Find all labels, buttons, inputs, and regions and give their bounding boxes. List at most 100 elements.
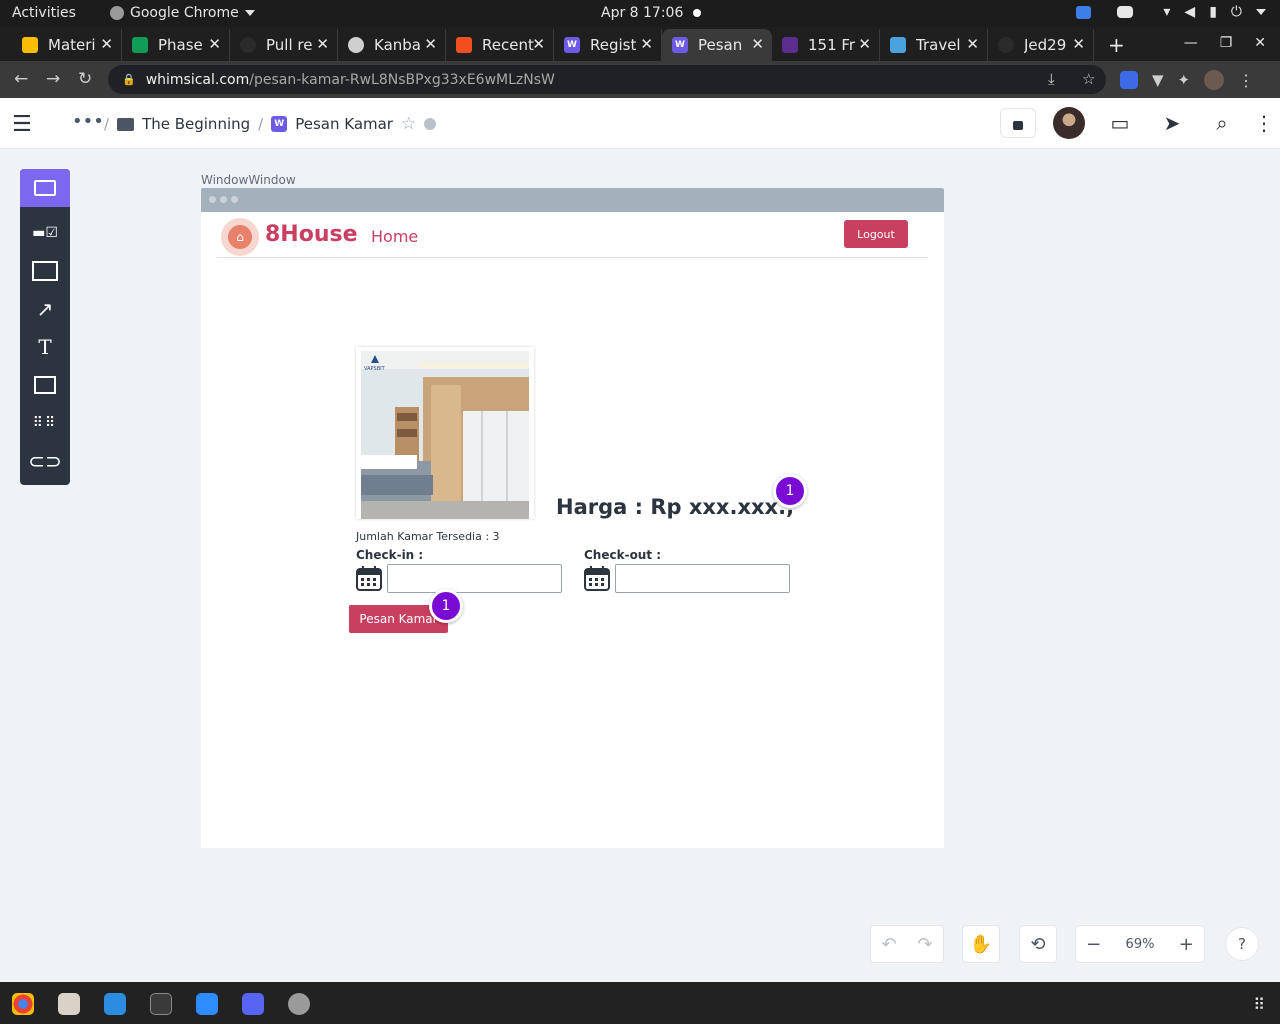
components-tool[interactable]: ▬☑ [20, 214, 70, 252]
sidebar-toggle-icon[interactable]: ☰ [12, 112, 32, 137]
checkin-date-input[interactable] [387, 564, 562, 593]
close-icon[interactable]: ✕ [100, 35, 113, 53]
system-tray[interactable]: ▾ ◀ ▮ ⏻ [1076, 4, 1266, 20]
maximize-icon[interactable]: ❐ [1220, 35, 1233, 51]
grid-tool[interactable]: ⠿⠿ [20, 404, 70, 442]
activities-button[interactable]: Activities [12, 5, 76, 21]
comment-count-badge[interactable]: 1 [773, 474, 807, 508]
mock-navbar: ⌂ 8House Home Logout [217, 214, 928, 258]
frame-label[interactable]: WindowWindow [201, 173, 296, 187]
reload-icon[interactable]: ↻ [78, 69, 92, 89]
tab-2[interactable]: Pull re ✕ [230, 29, 338, 61]
extension-blue-icon[interactable] [1120, 71, 1138, 89]
colorlib-icon [782, 37, 798, 53]
lock-button[interactable] [1000, 108, 1036, 138]
close-icon[interactable]: ✕ [858, 35, 871, 53]
back-arrow-icon[interactable]: ← [14, 69, 28, 89]
comment-count-badge[interactable]: 1 [429, 589, 463, 623]
folder-icon [117, 117, 135, 131]
board-title[interactable]: Pesan Kamar [295, 115, 393, 133]
redo-icon[interactable]: ↷ [907, 926, 943, 962]
tab-8[interactable]: Travel ✕ [880, 29, 988, 61]
hand-icon[interactable]: ✋ [963, 926, 999, 962]
image-tool[interactable] [20, 366, 70, 404]
video-icon [1076, 5, 1092, 19]
profile-avatar-icon[interactable] [1204, 70, 1225, 90]
forward-arrow-icon[interactable]: → [46, 69, 60, 89]
close-window-icon[interactable]: ✕ [1254, 35, 1266, 51]
app-menu[interactable]: Google Chrome [110, 5, 255, 21]
tab-7[interactable]: 151 Fr ✕ [772, 29, 880, 61]
undo-icon[interactable]: ↶ [871, 926, 907, 962]
close-icon[interactable]: ✕ [1072, 35, 1085, 53]
tab-6-active[interactable]: W Pesan ✕ [662, 29, 772, 61]
discord-icon[interactable] [242, 993, 264, 1015]
lock-icon[interactable]: 🔒 [122, 73, 136, 86]
favorite-star-icon[interactable]: ☆ [401, 114, 416, 134]
zoom-out-icon[interactable]: − [1076, 926, 1111, 962]
terminal-icon[interactable] [150, 993, 172, 1015]
text-tool[interactable]: T [20, 328, 70, 366]
calendar-icon[interactable] [584, 565, 610, 591]
close-icon[interactable]: ✕ [424, 35, 437, 53]
zoom-level[interactable]: 69% [1111, 937, 1168, 952]
history-icon[interactable]: ⟲ [1020, 926, 1056, 962]
tab-strip: Materi ✕ Phase ✕ Pull re ✕ Kanba ✕ Recent ✕ W… [0, 27, 1280, 61]
drive-icon [22, 37, 38, 53]
window-frame[interactable]: ⌂ 8House Home Logout VAPSBIT Jumlah Kama… [201, 188, 944, 848]
puzzle-icon[interactable]: ✦ [1178, 71, 1191, 89]
more-icon[interactable]: ••• [72, 111, 104, 132]
url-bar[interactable]: 🔒 whimsical.com/pesan-kamar-RwL8NsBPxg33… [108, 65, 1106, 94]
user-avatar[interactable] [1053, 107, 1085, 139]
close-icon[interactable]: ✕ [208, 35, 221, 53]
close-icon[interactable]: ✕ [640, 35, 653, 53]
available-rooms-text: Jumlah Kamar Tersedia : 3 [356, 530, 500, 543]
share-send-icon[interactable]: ➤ [1155, 108, 1189, 138]
link-tool[interactable]: ⊂⊃ [20, 442, 70, 480]
disk-icon[interactable] [288, 993, 310, 1015]
tab-0[interactable]: Materi ✕ [12, 29, 122, 61]
breadcrumb-folder[interactable]: The Beginning [142, 115, 250, 133]
tool-palette: ▬☑ ↗ T ⠿⠿ ⊂⊃ [20, 169, 70, 485]
comments-icon[interactable]: ▭ [1103, 108, 1137, 138]
whimsical-board-icon: W [271, 116, 288, 132]
zoom-app-icon[interactable] [196, 993, 218, 1015]
files-icon[interactable] [58, 993, 80, 1015]
star-icon[interactable]: ☆ [1082, 70, 1095, 88]
tab-5[interactable]: W Regist ✕ [554, 29, 662, 61]
checkout-date-input[interactable] [615, 564, 790, 593]
tab-label: Pesan [698, 36, 743, 54]
minimize-icon[interactable]: — [1184, 35, 1198, 51]
close-icon[interactable]: ✕ [966, 35, 979, 53]
tab-9[interactable]: Jed29 ✕ [988, 29, 1094, 61]
kebab-menu-icon[interactable]: ⋮ [1238, 71, 1254, 90]
extension-v-icon[interactable]: ▼ [1152, 71, 1164, 89]
close-icon[interactable]: ✕ [316, 35, 329, 53]
install-icon[interactable]: ⤓ [1048, 70, 1055, 88]
arrow-tool[interactable]: ↗ [20, 290, 70, 328]
tab-4[interactable]: Recent ✕ [446, 29, 554, 61]
zoom-in-icon[interactable]: + [1169, 926, 1204, 962]
clock[interactable]: Apr 8 17:06 [601, 5, 683, 21]
room-photo: VAPSBIT [361, 351, 529, 519]
close-icon[interactable]: ✕ [532, 35, 545, 53]
search-icon[interactable]: ⌕ [1205, 108, 1239, 138]
address-toolbar: ← → ↻ 🔒 whimsical.com/pesan-kamar-RwL8Ns… [0, 61, 1280, 98]
app-name: Google Chrome [130, 5, 239, 21]
tab-1[interactable]: Phase ✕ [122, 29, 230, 61]
kebab-menu-icon[interactable]: ⋮ [1247, 108, 1280, 138]
wireframe-tool[interactable] [20, 169, 70, 207]
history-group: ⟲ [1019, 925, 1057, 963]
nav-home-link[interactable]: Home [371, 227, 418, 246]
app-grid-icon[interactable]: ⠿ [1253, 995, 1265, 1014]
notification-dot [693, 9, 701, 17]
new-tab-button[interactable]: + [1108, 33, 1125, 57]
close-icon[interactable]: ✕ [751, 35, 764, 53]
chrome-icon[interactable] [12, 993, 34, 1015]
logout-button[interactable]: Logout [844, 220, 908, 248]
help-button[interactable]: ? [1225, 927, 1259, 961]
calendar-icon[interactable] [356, 565, 382, 591]
vscode-icon[interactable] [104, 993, 126, 1015]
frame-tool[interactable] [20, 252, 70, 290]
tab-3[interactable]: Kanba ✕ [338, 29, 446, 61]
